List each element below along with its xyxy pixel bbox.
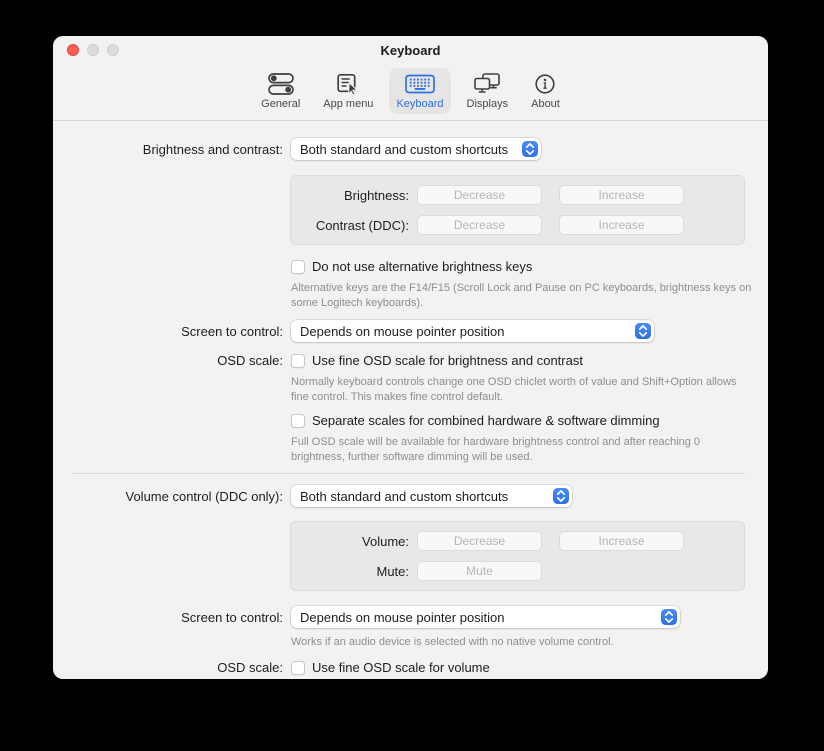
osd-scale-row: OSD scale: Use fine OSD scale for bright…	[53, 353, 768, 368]
tab-keyboard[interactable]: Keyboard	[389, 68, 450, 114]
contrast-increase-button[interactable]: Increase	[559, 215, 684, 235]
checkbox-icon[interactable]	[291, 354, 305, 368]
chevron-up-down-icon	[661, 609, 677, 625]
osd-scale-label: OSD scale:	[53, 660, 283, 675]
brightness-row: Brightness: Decrease Increase	[299, 185, 736, 205]
separate-scales-checkbox[interactable]: Separate scales for combined hardware & …	[291, 413, 768, 428]
osd-scale-label: OSD scale:	[53, 353, 283, 368]
volume-increase-button[interactable]: Increase	[559, 531, 684, 551]
chevron-up-down-icon	[553, 488, 569, 504]
fine-osd-help-text: Normally keyboard controls change one OS…	[291, 375, 753, 405]
displays-icon	[474, 71, 500, 97]
volume-shortcuts-group: Volume: Decrease Increase Mute: Mute	[290, 521, 745, 591]
checkbox-label: Use fine OSD scale for brightness and co…	[312, 353, 583, 368]
checkbox-label: Do not use alternative brightness keys	[312, 259, 532, 274]
checkbox-icon[interactable]	[291, 414, 305, 428]
tab-about[interactable]: About	[524, 68, 567, 114]
brightness-decrease-button[interactable]: Decrease	[417, 185, 542, 205]
screen-to-control-popup-2[interactable]: Depends on mouse pointer position	[291, 606, 680, 628]
audio-device-help-text: Works if an audio device is selected wit…	[291, 635, 753, 650]
tab-label: App menu	[323, 98, 373, 110]
volume-control-popup[interactable]: Both standard and custom shortcuts	[291, 485, 572, 507]
screen-to-control-label: Screen to control:	[53, 324, 283, 339]
screen-to-control-row-2: Screen to control: Depends on mouse poin…	[53, 606, 768, 628]
close-button[interactable]	[67, 44, 79, 56]
fine-osd-checkbox[interactable]: Use fine OSD scale for brightness and co…	[291, 353, 583, 368]
osd-scale-volume-row: OSD scale: Use fine OSD scale for volume	[53, 660, 768, 675]
menu-cursor-icon	[336, 71, 360, 97]
checkbox-icon[interactable]	[291, 661, 305, 675]
toolbar: General App menu	[53, 64, 768, 120]
section-divider	[73, 473, 745, 474]
tab-app-menu[interactable]: App menu	[316, 68, 380, 114]
brightness-contrast-row: Brightness and contrast: Both standard a…	[53, 138, 768, 160]
separate-scales-help-text: Full OSD scale will be available for har…	[291, 435, 753, 465]
chevron-up-down-icon	[635, 323, 651, 339]
alt-brightness-keys-checkbox[interactable]: Do not use alternative brightness keys	[291, 259, 768, 274]
alt-keys-help-text: Alternative keys are the F14/F15 (Scroll…	[291, 281, 753, 311]
brightness-contrast-label: Brightness and contrast:	[53, 142, 283, 157]
tab-displays[interactable]: Displays	[460, 68, 516, 114]
volume-row: Volume: Decrease Increase	[299, 531, 736, 551]
tab-label: Displays	[467, 98, 509, 110]
minimize-button[interactable]	[87, 44, 99, 56]
brightness-shortcuts-group: Brightness: Decrease Increase Contrast (…	[290, 175, 745, 245]
volume-control-label: Volume control (DDC only):	[53, 489, 283, 504]
info-icon	[533, 71, 557, 97]
keyboard-icon	[405, 71, 435, 97]
volume-decrease-button[interactable]: Decrease	[417, 531, 542, 551]
traffic-lights	[67, 44, 119, 56]
volume-control-row: Volume control (DDC only): Both standard…	[53, 485, 768, 507]
brightness-contrast-popup[interactable]: Both standard and custom shortcuts	[291, 138, 541, 160]
popup-value: Both standard and custom shortcuts	[300, 489, 508, 504]
tab-label: General	[261, 98, 300, 110]
tab-label: Keyboard	[396, 98, 443, 110]
popup-value: Depends on mouse pointer position	[300, 610, 505, 625]
contrast-decrease-button[interactable]: Decrease	[417, 215, 542, 235]
popup-value: Depends on mouse pointer position	[300, 324, 505, 339]
brightness-label: Brightness:	[299, 188, 409, 203]
fine-osd-volume-checkbox[interactable]: Use fine OSD scale for volume	[291, 660, 490, 675]
zoom-button[interactable]	[107, 44, 119, 56]
screen-to-control-label: Screen to control:	[53, 610, 283, 625]
checkbox-icon[interactable]	[291, 260, 305, 274]
contrast-label: Contrast (DDC):	[299, 218, 409, 233]
chevron-up-down-icon	[522, 141, 538, 157]
window-title: Keyboard	[53, 36, 768, 66]
tab-label: About	[531, 98, 560, 110]
screen-to-control-row: Screen to control: Depends on mouse poin…	[53, 320, 768, 342]
checkbox-label: Separate scales for combined hardware & …	[312, 413, 660, 428]
contrast-row: Contrast (DDC): Decrease Increase	[299, 215, 736, 235]
brightness-increase-button[interactable]: Increase	[559, 185, 684, 205]
checkbox-label: Use fine OSD scale for volume	[312, 660, 490, 675]
tab-general[interactable]: General	[254, 68, 307, 114]
volume-label: Volume:	[299, 534, 409, 549]
preferences-window: Keyboard General	[53, 36, 768, 679]
mute-button[interactable]: Mute	[417, 561, 542, 581]
keyboard-pane: Brightness and contrast: Both standard a…	[53, 121, 768, 675]
title-bar: Keyboard	[53, 36, 768, 64]
mute-label: Mute:	[299, 564, 409, 579]
screen-to-control-popup[interactable]: Depends on mouse pointer position	[291, 320, 654, 342]
toggles-icon	[268, 71, 294, 97]
mute-row: Mute: Mute	[299, 561, 736, 581]
popup-value: Both standard and custom shortcuts	[300, 142, 508, 157]
